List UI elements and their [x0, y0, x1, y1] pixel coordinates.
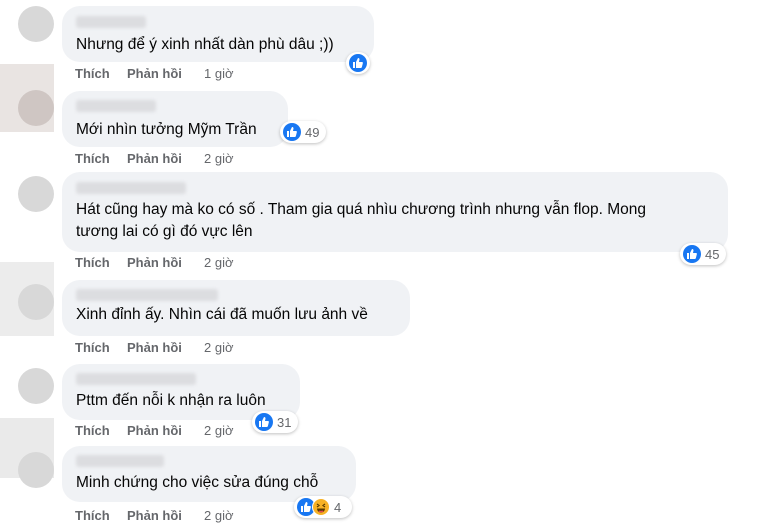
avatar[interactable]	[18, 368, 54, 404]
reply-link[interactable]: Phản hồi	[127, 340, 182, 355]
comment-timestamp[interactable]: 2 giờ	[204, 508, 234, 523]
comment-text: Pttm đến nỗi k nhận ra luôn	[76, 392, 266, 409]
like-icon	[683, 245, 701, 263]
like-link[interactable]: Thích	[75, 508, 110, 523]
avatar[interactable]	[18, 452, 54, 488]
reaction-summary[interactable]: 45	[680, 243, 726, 265]
reaction-count: 31	[277, 414, 292, 430]
reply-link[interactable]: Phản hồi	[127, 66, 182, 81]
comment-bubble: Xinh đỉnh ấy. Nhìn cái đã muốn lưu ảnh v…	[62, 280, 410, 336]
commenter-name[interactable]	[76, 455, 164, 467]
commenter-name[interactable]	[76, 16, 146, 28]
comment-timestamp[interactable]: 2 giờ	[204, 423, 234, 438]
comment-text: Xinh đỉnh ấy. Nhìn cái đã muốn lưu ảnh v…	[76, 306, 368, 323]
avatar[interactable]	[18, 6, 54, 42]
comment-timestamp[interactable]: 1 giờ	[204, 66, 234, 81]
haha-icon	[312, 498, 330, 516]
like-icon	[283, 123, 301, 141]
like-link[interactable]: Thích	[75, 151, 110, 166]
reply-link[interactable]: Phản hồi	[127, 508, 182, 523]
like-link[interactable]: Thích	[75, 255, 110, 270]
avatar-column	[0, 0, 54, 524]
commenter-name[interactable]	[76, 373, 196, 385]
reaction-count: 45	[705, 246, 720, 262]
reaction-summary[interactable]: 31	[252, 411, 298, 433]
comment-bubble: Minh chứng cho việc sửa đúng chỗ	[62, 446, 356, 502]
like-icon	[349, 54, 367, 72]
reply-link[interactable]: Phản hồi	[127, 151, 182, 166]
avatar[interactable]	[18, 176, 54, 212]
comment-bubble: Mới nhìn tưởng Mỹm Trần	[62, 91, 288, 147]
like-link[interactable]: Thích	[75, 423, 110, 438]
reaction-count: 4	[334, 499, 342, 515]
avatar[interactable]	[18, 284, 54, 320]
reaction-summary[interactable]	[346, 52, 370, 74]
reaction-count: 49	[305, 124, 320, 140]
commenter-name[interactable]	[76, 182, 186, 194]
comment-bubble: Nhưng để ý xinh nhất dàn phù dâu ;))	[62, 6, 374, 62]
reaction-summary[interactable]: 4	[294, 496, 352, 518]
comment-text: Hát cũng hay mà ko có số . Tham gia quá …	[76, 201, 647, 218]
comment-text: Mới nhìn tưởng Mỹm Trần	[76, 121, 257, 138]
like-link[interactable]: Thích	[75, 340, 110, 355]
comment-text: Nhưng để ý xinh nhất dàn phù dâu ;))	[76, 36, 334, 53]
comment-bubble: Hát cũng hay mà ko có số . Tham gia quá …	[62, 172, 728, 252]
comment-timestamp[interactable]: 2 giờ	[204, 151, 234, 166]
comment-text-line-2: tương lai có gì đó vực lên	[76, 223, 253, 240]
comment-timestamp[interactable]: 2 giờ	[204, 255, 234, 270]
reply-link[interactable]: Phản hồi	[127, 255, 182, 270]
comment-text: Minh chứng cho việc sửa đúng chỗ	[76, 474, 319, 491]
like-link[interactable]: Thích	[75, 66, 110, 81]
reaction-summary[interactable]: 49	[280, 121, 326, 143]
reply-link[interactable]: Phản hồi	[127, 423, 182, 438]
comment-timestamp[interactable]: 2 giờ	[204, 340, 234, 355]
commenter-name[interactable]	[76, 100, 156, 112]
like-icon	[255, 413, 273, 431]
commenter-name[interactable]	[76, 289, 218, 301]
avatar[interactable]	[18, 90, 54, 126]
